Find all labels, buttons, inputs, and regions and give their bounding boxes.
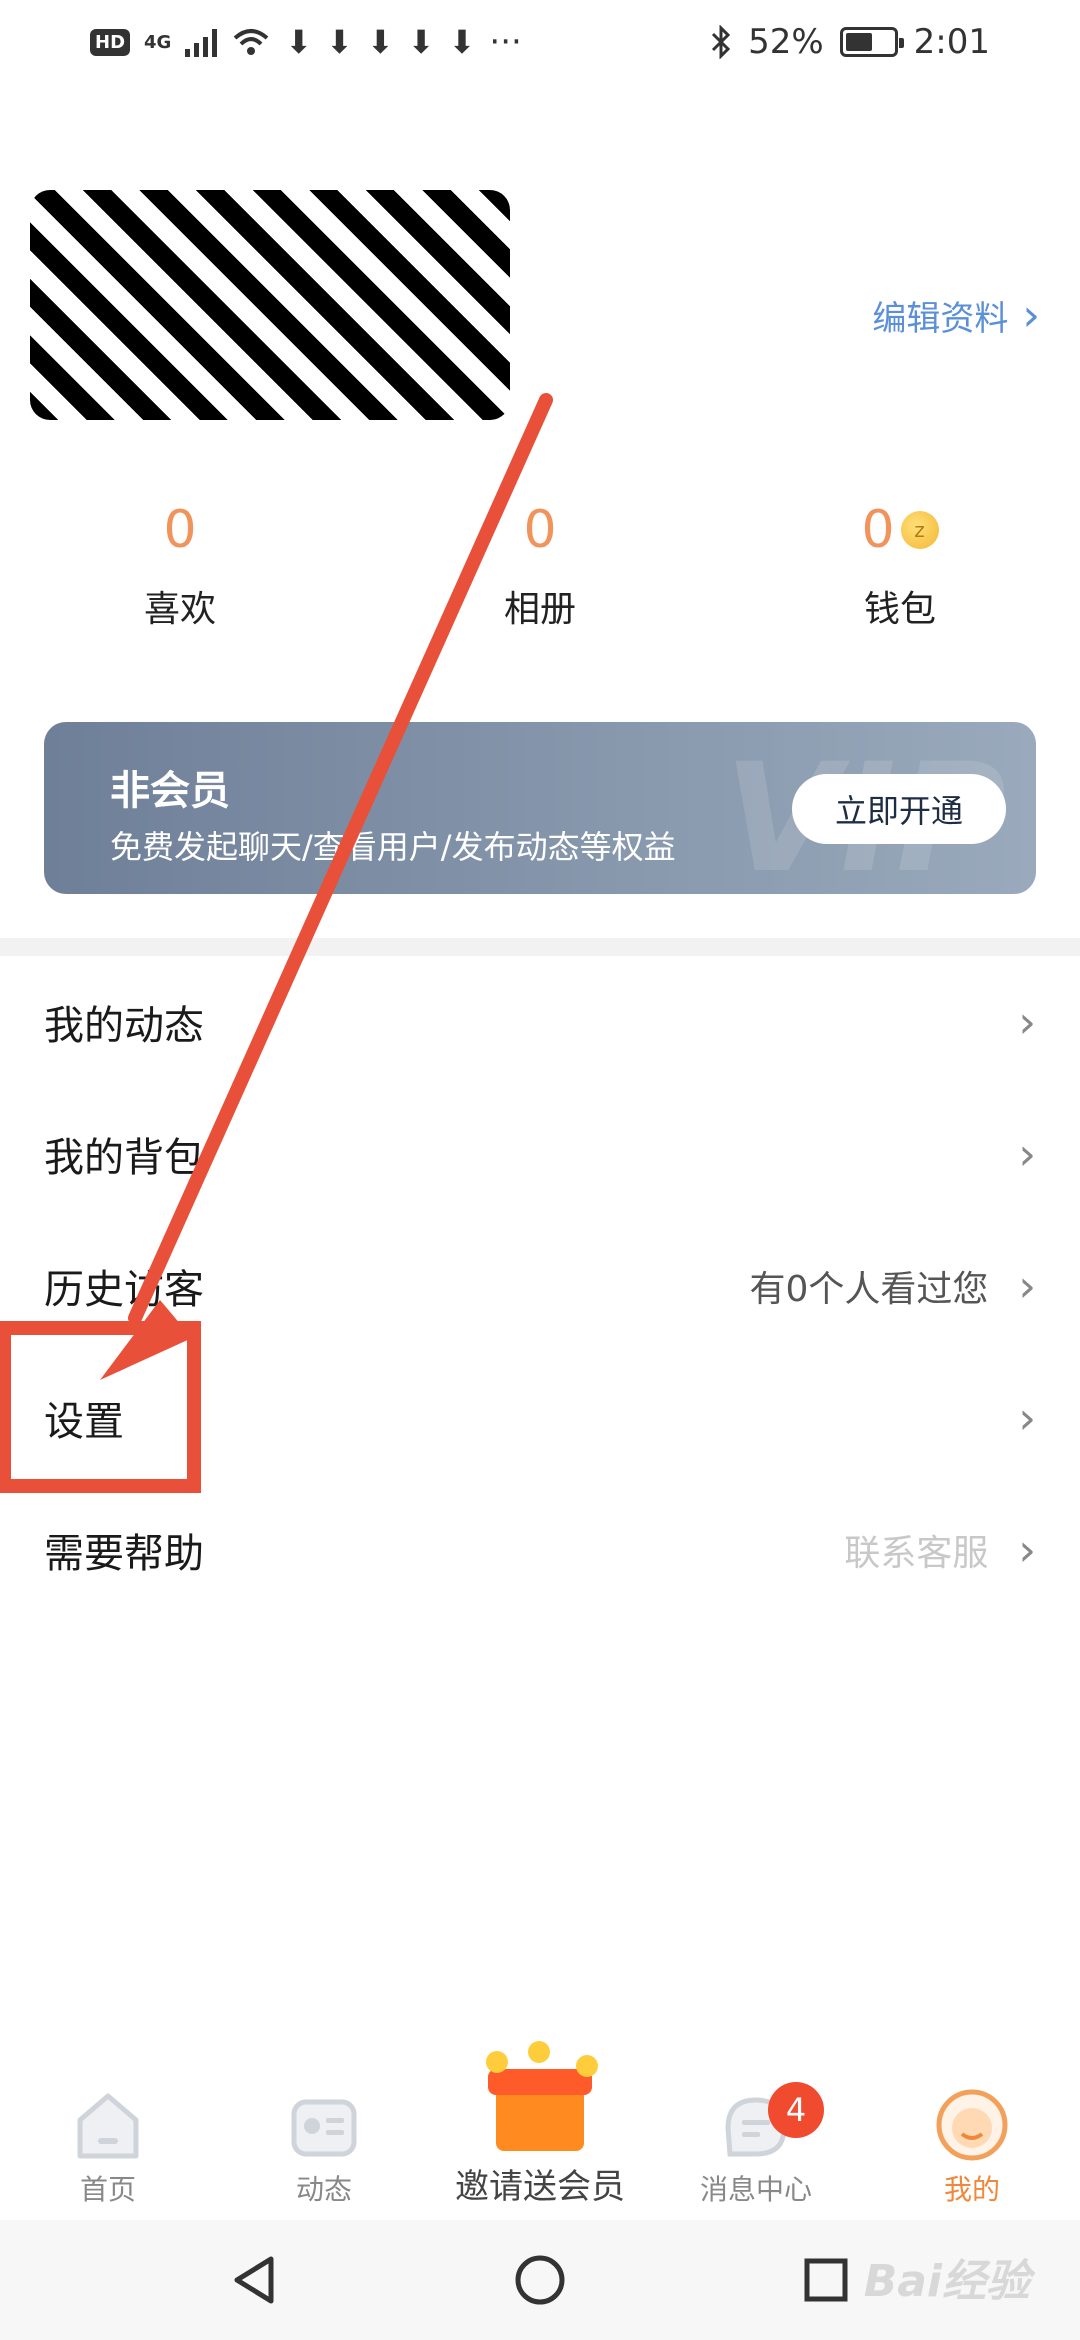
vip-status-title: 非会员 (110, 768, 230, 814)
chevron-right-icon: › (1018, 1392, 1036, 1444)
network-type-label: 4G (144, 31, 172, 53)
chevron-right-icon: › (1018, 1524, 1036, 1576)
menu-item-my-posts[interactable]: 我的动态 › (0, 956, 1080, 1088)
tab-messages[interactable]: 4 消息中心 (648, 2082, 864, 2208)
stat-album-label: 相册 (503, 589, 576, 630)
gift-icon (480, 2041, 600, 2151)
tab-home[interactable]: 首页 (0, 2088, 216, 2208)
activate-vip-button[interactable]: 立即开通 (792, 774, 1006, 844)
chevron-right-icon: › (1018, 1260, 1036, 1312)
unread-badge: 4 (768, 2082, 824, 2138)
download-icon: ⬇ (326, 23, 353, 61)
signal-icon (185, 27, 218, 57)
edit-profile-label: 编辑资料 (872, 299, 1009, 339)
chevron-right-icon: › (1018, 1128, 1036, 1180)
nav-back-button[interactable] (226, 2252, 282, 2308)
stat-likes-label: 喜欢 (143, 589, 216, 630)
menu-list: 我的动态 › 我的背包 › 历史访客 有0个人看过您 › 设置 › 需要帮助 联… (0, 956, 1080, 1616)
menu-item-help[interactable]: 需要帮助 联系客服 › (0, 1484, 1080, 1616)
chevron-right-icon: › (1018, 996, 1036, 1048)
status-bar: HD 4G ⬇ ⬇ ⬇ ⬇ ⬇ ··· 52% 2:01 (0, 0, 1080, 84)
coin-icon: z (900, 511, 939, 549)
menu-item-settings[interactable]: 设置 › (0, 1352, 1080, 1484)
chevron-right-icon: › (1022, 290, 1040, 341)
download-icon: ⬇ (285, 23, 313, 61)
menu-item-label: 我的背包 (44, 1135, 204, 1181)
wifi-icon (234, 29, 269, 55)
recents-square-icon (804, 2258, 848, 2302)
radio-icon (291, 2099, 357, 2157)
more-indicator: ··· (489, 22, 522, 62)
contact-support-text: 联系客服 (844, 1533, 989, 1574)
stat-likes-value: 0 (163, 500, 197, 560)
edit-profile-link[interactable]: 编辑资料 › (872, 290, 1040, 341)
stat-wallet-value: 0 (861, 500, 895, 560)
home-icon (77, 2093, 139, 2159)
tab-feed[interactable]: 动态 (216, 2088, 432, 2208)
menu-item-label: 需要帮助 (44, 1531, 204, 1577)
menu-item-label: 我的动态 (44, 1003, 204, 1049)
bottom-tab-bar: 首页 动态 邀请送会员 4 消息中心 我的 (0, 2040, 1080, 2220)
stat-wallet-label: 钱包 (863, 589, 936, 630)
vip-benefits-text: 免费发起聊天/查看用户/发布动态等权益 (110, 828, 676, 866)
vip-card[interactable]: VIP 非会员 免费发起聊天/查看用户/发布动态等权益 立即开通 (44, 722, 1036, 894)
stat-album[interactable]: 0 相册 (360, 500, 720, 632)
tab-label: 消息中心 (699, 2173, 812, 2206)
stat-album-value: 0 (523, 500, 557, 560)
bluetooth-icon (712, 25, 731, 59)
home-circle-icon (515, 2255, 565, 2305)
avatar-icon (936, 2089, 1008, 2161)
download-icon: ⬇ (366, 23, 394, 61)
tab-invite[interactable]: 邀请送会员 (432, 2041, 648, 2208)
nav-recents-button[interactable] (798, 2252, 854, 2308)
tab-label: 我的 (943, 2173, 1000, 2206)
stat-likes[interactable]: 0 喜欢 (0, 500, 360, 632)
tab-label: 动态 (295, 2173, 352, 2206)
menu-item-my-backpack[interactable]: 我的背包 › (0, 1088, 1080, 1220)
stat-wallet-value-row: 0 z (861, 500, 939, 560)
hd-icon: HD (90, 28, 131, 56)
download-icon: ⬇ (448, 23, 476, 61)
visitor-count-text: 有0个人看过您 (749, 1269, 989, 1310)
battery-percent: 52% (748, 22, 824, 62)
back-triangle-icon (234, 2256, 274, 2304)
menu-item-visitor-history[interactable]: 历史访客 有0个人看过您 › (0, 1220, 1080, 1352)
stat-wallet[interactable]: 0 z 钱包 (720, 500, 1080, 632)
tab-profile[interactable]: 我的 (864, 2088, 1080, 2208)
baidu-jingyan-watermark: Bai经验 (863, 2256, 1030, 2307)
battery-icon (839, 27, 904, 57)
download-icon: ⬇ (407, 23, 435, 61)
menu-item-label: 设置 (44, 1399, 124, 1445)
obscured-username (30, 190, 510, 420)
menu-item-label: 历史访客 (44, 1267, 204, 1313)
clock: 2:01 (913, 22, 990, 62)
tab-label: 首页 (79, 2173, 136, 2206)
tab-label: 邀请送会员 (455, 2167, 625, 2207)
nav-home-button[interactable] (512, 2252, 568, 2308)
profile-stats: 0 喜欢 0 相册 0 z 钱包 (0, 500, 1080, 632)
section-divider (0, 938, 1080, 956)
